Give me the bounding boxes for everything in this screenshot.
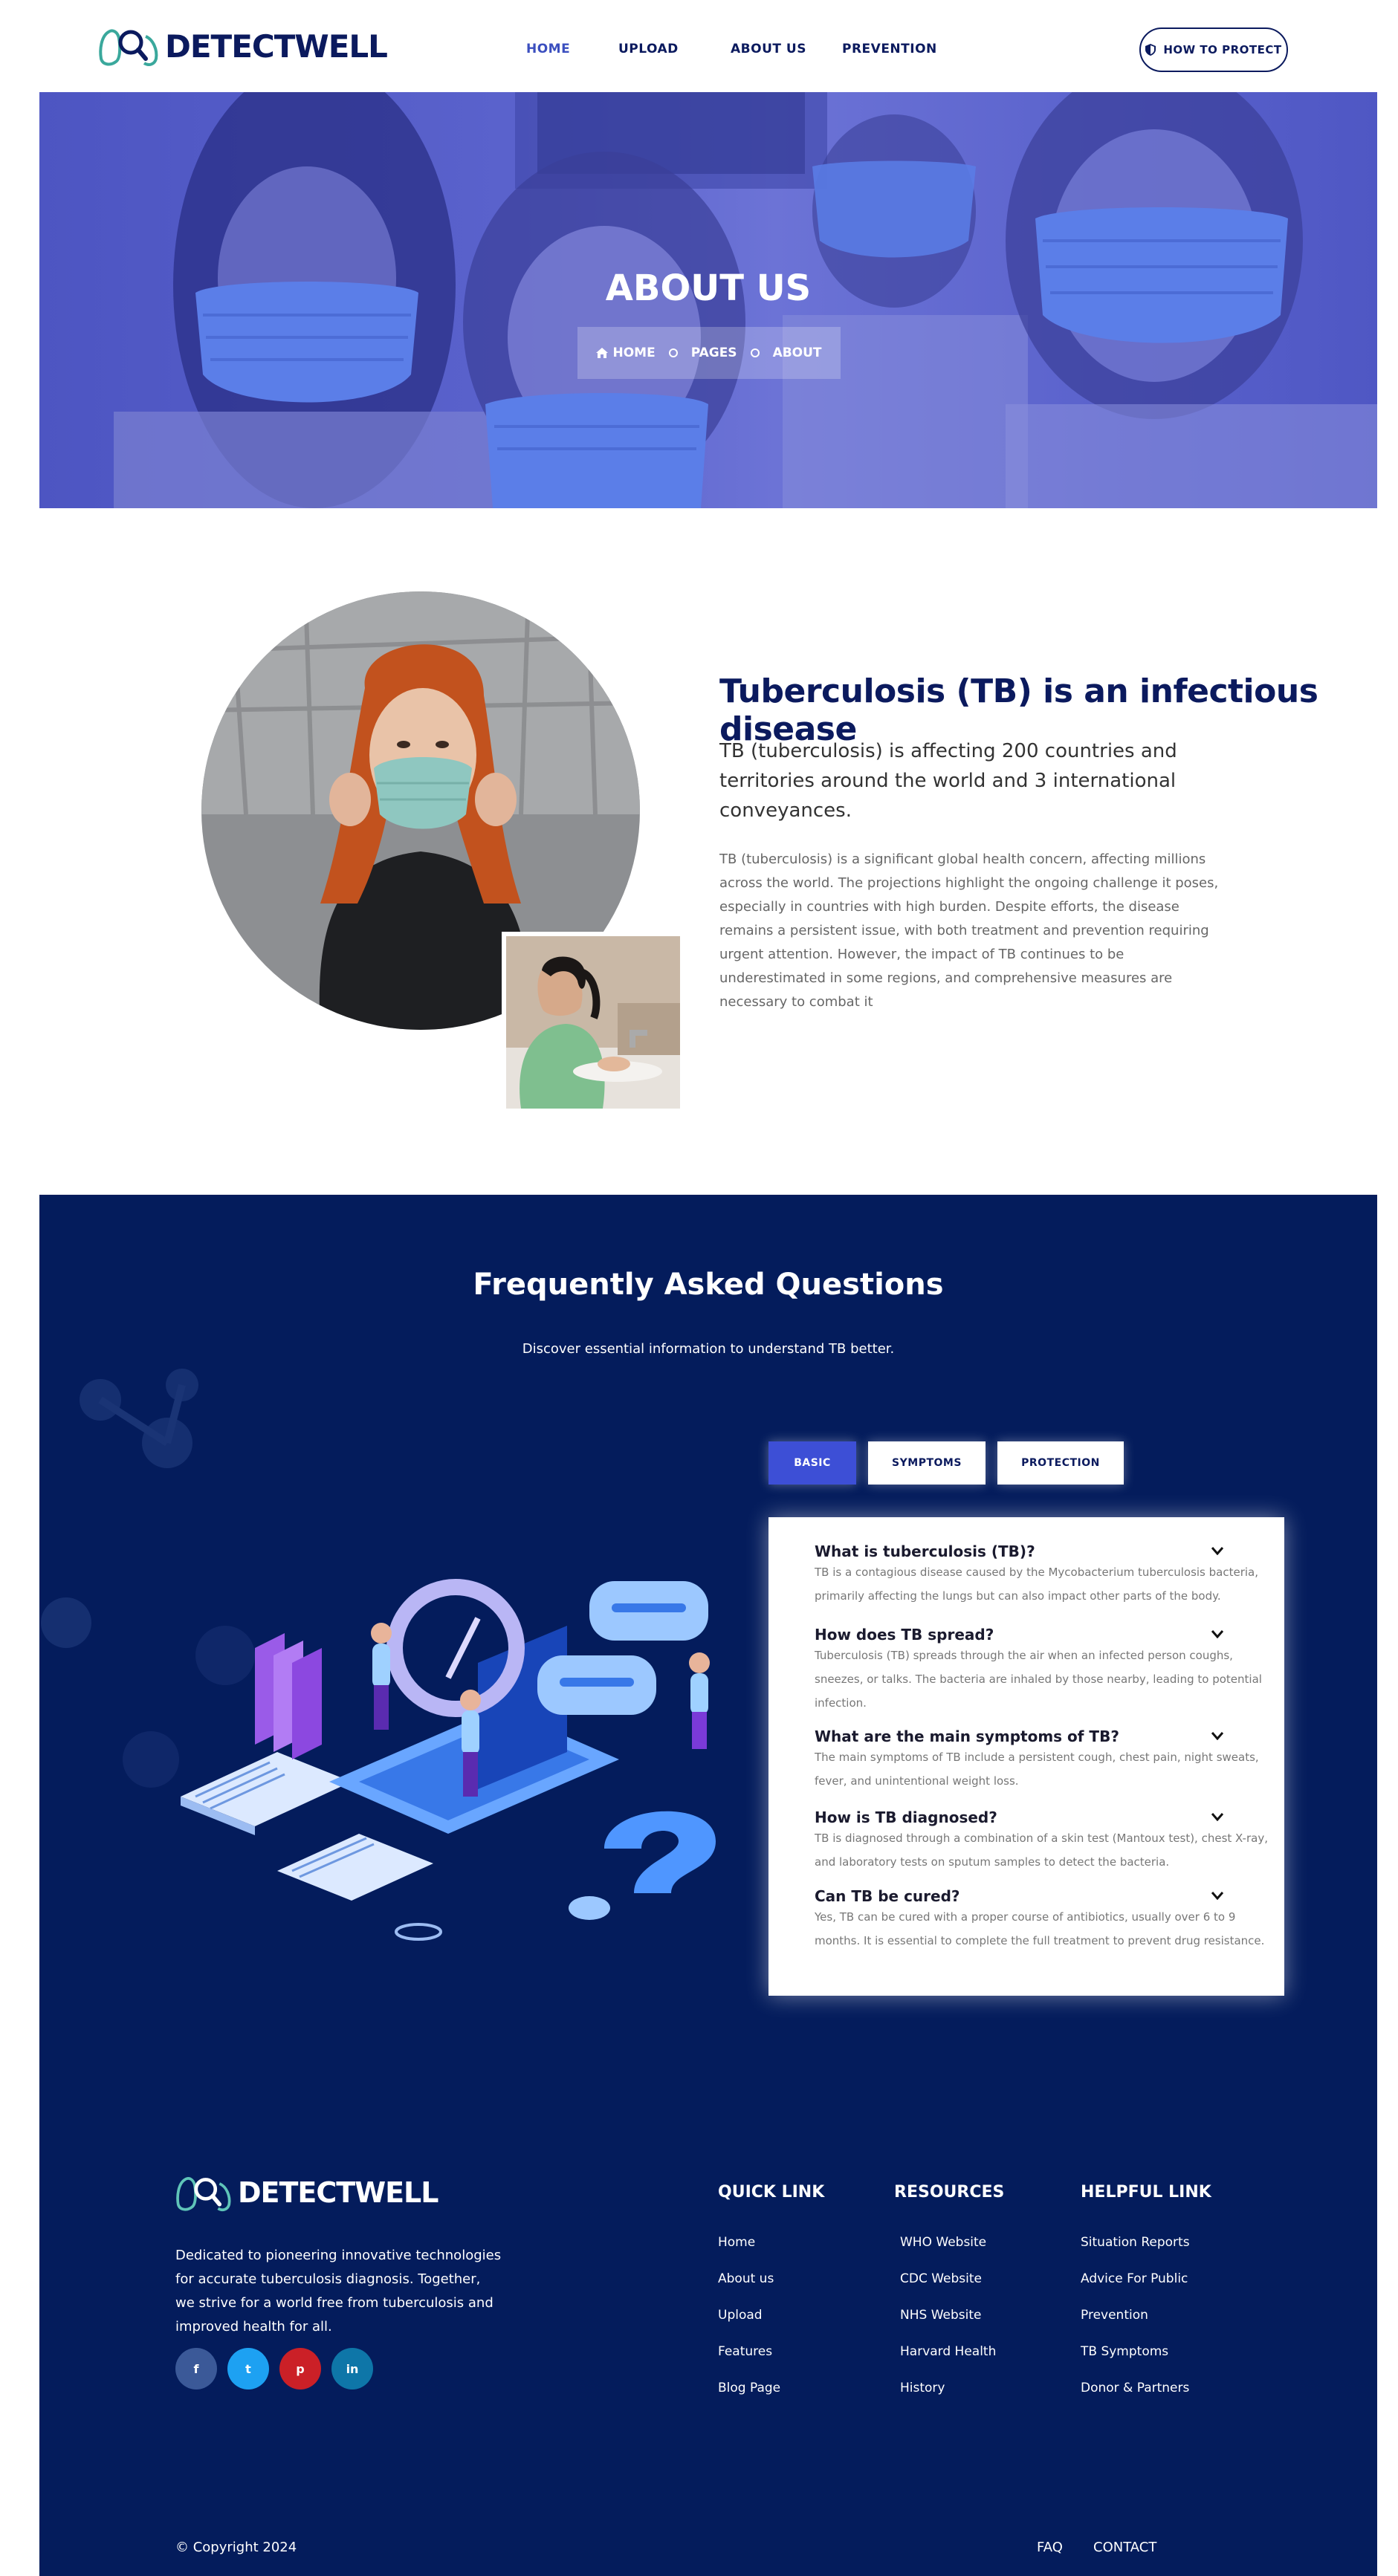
chevron-down-icon[interactable] bbox=[1211, 1732, 1223, 1740]
footer-link-tb-symptoms[interactable]: TB Symptoms bbox=[1081, 2344, 1168, 2359]
chevron-down-icon[interactable] bbox=[1211, 1813, 1223, 1821]
faq-item[interactable]: How does TB spread? Tuberculosis (TB) sp… bbox=[815, 1626, 1268, 1715]
breadcrumb-home[interactable]: HOME bbox=[612, 345, 655, 360]
nav-about-us[interactable]: ABOUT US bbox=[731, 42, 806, 56]
footer-link-prevention[interactable]: Prevention bbox=[1081, 2308, 1148, 2323]
faq-question[interactable]: What is tuberculosis (TB)? bbox=[815, 1542, 1035, 1560]
breadcrumb-pages[interactable]: PAGES bbox=[691, 345, 737, 360]
shield-icon bbox=[1145, 44, 1156, 56]
footer-contact-link[interactable]: CONTACT bbox=[1093, 2540, 1156, 2555]
tab-basic[interactable]: BASIC bbox=[768, 1441, 856, 1485]
faq-item[interactable]: What is tuberculosis (TB)? TB is a conta… bbox=[815, 1542, 1268, 1608]
footer-link-about-us[interactable]: About us bbox=[718, 2271, 774, 2286]
site-header: DETECTWELL HOME UPLOAD ABOUT US PREVENTI… bbox=[0, 0, 1398, 92]
copyright-text: © Copyright 2024 bbox=[175, 2540, 297, 2555]
faq-title: Frequently Asked Questions bbox=[473, 1268, 944, 1302]
footer-resources-heading: RESOURCES bbox=[894, 2183, 1005, 2202]
breadcrumb-separator-icon bbox=[668, 348, 678, 357]
nav-prevention[interactable]: PREVENTION bbox=[842, 42, 937, 56]
about-secondary-image bbox=[502, 932, 685, 1113]
footer-link-advice[interactable]: Advice For Public bbox=[1081, 2271, 1188, 2286]
linkedin-icon[interactable]: in bbox=[331, 2348, 373, 2390]
faq-answer: Yes, TB can be cured with a proper cours… bbox=[815, 1910, 1265, 1947]
faq-answer: Tuberculosis (TB) spreads through the ai… bbox=[815, 1649, 1262, 1710]
faq-item[interactable]: What are the main symptoms of TB? The ma… bbox=[815, 1727, 1268, 1793]
footer-faq-link[interactable]: FAQ bbox=[1037, 2540, 1063, 2555]
faq-question[interactable]: How is TB diagnosed? bbox=[815, 1808, 997, 1826]
footer-helpful-link-heading: HELPFUL LINK bbox=[1081, 2183, 1211, 2202]
tab-symptoms[interactable]: SYMPTOMS bbox=[868, 1441, 986, 1485]
footer-logo-text: DETECTWELL bbox=[238, 2176, 439, 2209]
pinterest-icon[interactable]: p bbox=[279, 2348, 321, 2390]
faq-section: Frequently Asked Questions Discover esse… bbox=[39, 1195, 1377, 2576]
footer-link-cdc[interactable]: CDC Website bbox=[900, 2271, 982, 2286]
nav-home[interactable]: HOME bbox=[526, 42, 570, 56]
footer-logo[interactable]: DETECTWELL bbox=[175, 2173, 439, 2213]
cta-label: HOW TO PROTECT bbox=[1163, 43, 1282, 56]
breadcrumb: HOME PAGES ABOUT bbox=[577, 327, 841, 379]
how-to-protect-button[interactable]: HOW TO PROTECT bbox=[1139, 27, 1288, 72]
faq-accordion: What is tuberculosis (TB)? TB is a conta… bbox=[768, 1517, 1284, 1996]
breadcrumb-about: ABOUT bbox=[772, 345, 822, 360]
faq-question[interactable]: How does TB spread? bbox=[815, 1626, 994, 1644]
footer-link-blog-page[interactable]: Blog Page bbox=[718, 2381, 780, 2395]
faq-answer: TB is diagnosed through a combination of… bbox=[815, 1832, 1268, 1869]
tab-protection[interactable]: PROTECTION bbox=[997, 1441, 1124, 1485]
chevron-down-icon[interactable] bbox=[1211, 1630, 1223, 1638]
faq-subtitle: Discover essential information to unders… bbox=[522, 1341, 895, 1357]
hero-banner: ABOUT US HOME PAGES ABOUT bbox=[39, 92, 1377, 508]
nav-upload[interactable]: UPLOAD bbox=[618, 42, 679, 56]
breadcrumb-separator-icon bbox=[750, 348, 760, 357]
woman-washing-hands-image bbox=[506, 936, 680, 1109]
footer-link-upload[interactable]: Upload bbox=[718, 2308, 763, 2323]
about-body-text: TB (tuberculosis) is a significant globa… bbox=[719, 851, 1219, 1010]
chevron-down-icon[interactable] bbox=[1211, 1892, 1223, 1900]
footer-link-history[interactable]: History bbox=[900, 2381, 945, 2395]
twitter-icon[interactable]: t bbox=[227, 2348, 269, 2390]
footer-link-home[interactable]: Home bbox=[718, 2235, 755, 2250]
faq-answer: The main symptoms of TB include a persis… bbox=[815, 1751, 1259, 1788]
faq-question[interactable]: What are the main symptoms of TB? bbox=[815, 1727, 1119, 1745]
hero-title: ABOUT US bbox=[605, 267, 812, 309]
chevron-down-icon[interactable] bbox=[1211, 1547, 1223, 1555]
footer-description: Dedicated to pioneering innovative techn… bbox=[175, 2248, 502, 2335]
faq-item[interactable]: Can TB be cured? Yes, TB can be cured wi… bbox=[815, 1887, 1268, 1953]
home-icon bbox=[596, 348, 609, 358]
faq-answer: TB is a contagious disease caused by the… bbox=[815, 1566, 1258, 1603]
footer-link-who[interactable]: WHO Website bbox=[900, 2235, 986, 2250]
footer-link-features[interactable]: Features bbox=[718, 2344, 772, 2359]
footer-link-situation-reports[interactable]: Situation Reports bbox=[1081, 2235, 1190, 2250]
footer-link-harvard[interactable]: Harvard Health bbox=[900, 2344, 996, 2359]
footer-link-nhs[interactable]: NHS Website bbox=[900, 2308, 981, 2323]
faq-illustration bbox=[181, 1579, 716, 1941]
footer-link-donor-partners[interactable]: Donor & Partners bbox=[1081, 2381, 1189, 2395]
faq-item[interactable]: How is TB diagnosed? TB is diagnosed thr… bbox=[815, 1808, 1268, 1874]
footer-quick-link-heading: QUICK LINK bbox=[718, 2183, 825, 2202]
facebook-icon[interactable]: f bbox=[175, 2348, 217, 2390]
lungs-logo-icon bbox=[176, 2177, 231, 2211]
about-lead-text: TB (tuberculosis) is affecting 200 count… bbox=[719, 740, 1177, 822]
faq-question[interactable]: Can TB be cured? bbox=[815, 1887, 960, 1905]
